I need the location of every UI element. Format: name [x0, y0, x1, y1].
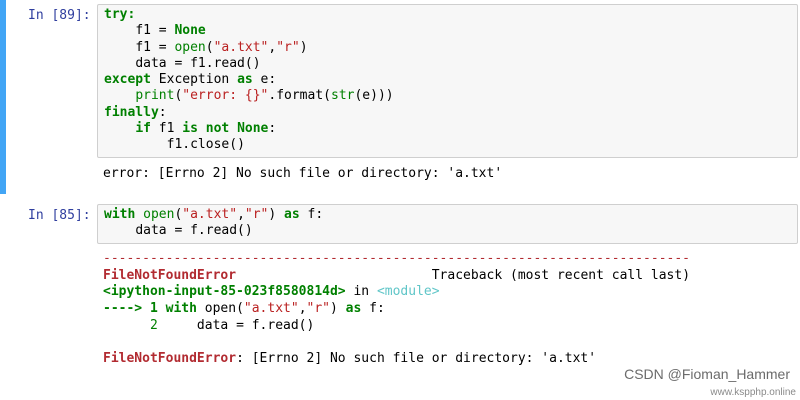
final-error-type: FileNotFoundError [103, 351, 237, 367]
error-type: FileNotFoundError [103, 267, 237, 283]
code-token: ) [299, 39, 308, 55]
code-token: : [158, 104, 167, 120]
kw-none: None [237, 121, 269, 137]
string-literal: "r" [276, 39, 300, 55]
kw-with: with [104, 207, 136, 222]
traceback-module: <module> [376, 284, 440, 300]
traceback-in: in [345, 284, 377, 300]
traceback-arrow: ----> 1 [103, 301, 166, 317]
kw-none: None [174, 23, 206, 39]
kw-try: try: [104, 7, 136, 22]
input-prompt: In [85]: [28, 208, 91, 223]
kw-as: as [237, 72, 253, 88]
csdn-watermark: CSDN @Fioman_Hammer [624, 366, 790, 382]
kw-is: is [182, 121, 198, 137]
code-token: ) [330, 301, 346, 317]
string-literal: "a.txt" [213, 39, 269, 55]
builtin-print: print [135, 88, 175, 104]
code-token: , [298, 301, 307, 317]
traceback-line-number: 2 [103, 317, 158, 333]
string-literal: "r" [244, 207, 269, 222]
kw-as: as [345, 301, 362, 317]
traceback-label: Traceback (most recent call last) [431, 267, 691, 283]
traceback-input-ref: <ipython-input-85-023f8580814d> [103, 284, 346, 300]
builtin-str: str [331, 88, 355, 104]
code-token: f1 [150, 121, 183, 137]
code-input-area[interactable]: with open("a.txt","r") as f: data = f.re… [97, 204, 798, 244]
builtin-open: open [143, 207, 175, 222]
code-token: data = f.read() [135, 223, 253, 239]
string-literal: "a.txt" [182, 207, 238, 222]
code-token: ( [205, 39, 214, 55]
traceback-code: data = f.read() [157, 317, 315, 333]
code-input-area[interactable]: try: f1 = None f1 = open("a.txt","r") da… [97, 4, 798, 158]
code-token: Exception [150, 72, 238, 88]
code-token: f1 [135, 39, 151, 55]
kw-if: if [135, 121, 151, 137]
final-error-message: : [Errno 2] No such file or directory: '… [236, 351, 597, 367]
code-token: .format( [268, 88, 331, 104]
string-literal: "error: {}" [182, 88, 269, 104]
code-token: (e))) [354, 88, 394, 104]
kw-as: as [284, 207, 300, 222]
builtin-open: open [174, 39, 206, 55]
traceback-output: ----------------------------------------… [103, 251, 800, 368]
notebook-cell-89[interactable]: In [89]: try: f1 = None f1 = open("a.txt… [0, 0, 800, 194]
code-editor[interactable]: try: f1 = None f1 = open("a.txt","r") da… [98, 5, 797, 154]
code-token: = [150, 23, 175, 39]
string-literal: "r" [306, 301, 331, 317]
code-token: f: [299, 207, 324, 222]
code-token: f1 [135, 23, 151, 39]
string-literal: "a.txt" [243, 301, 299, 317]
input-prompt: In [89]: [28, 8, 91, 23]
code-token: , [237, 207, 245, 222]
traceback-separator: ----------------------------------------… [103, 251, 690, 266]
kw-not: not [205, 121, 230, 137]
site-watermark: www.kspphp.online [710, 387, 796, 398]
code-token: e: [252, 72, 277, 88]
cell-output-text: error: [Errno 2] No such file or directo… [103, 166, 503, 181]
kw-with: with [165, 301, 197, 317]
kw-finally: finally [104, 104, 159, 120]
code-token: open( [196, 301, 244, 317]
code-token: data = f1.read() [135, 55, 261, 71]
code-editor[interactable]: with open("a.txt","r") as f: data = f.re… [98, 205, 797, 240]
code-token: f: [361, 301, 385, 317]
kw-except: except [104, 72, 151, 88]
code-token: : [268, 121, 277, 137]
code-token: = [150, 39, 175, 55]
code-token: f1.close() [166, 137, 245, 153]
